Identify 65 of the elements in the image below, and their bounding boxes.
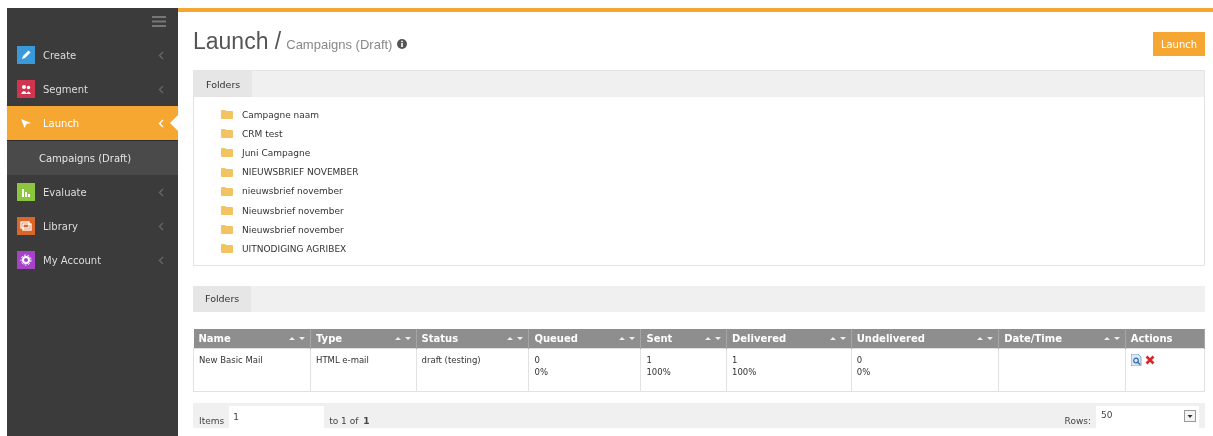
sort-icon[interactable] [507,335,524,341]
nav-item[interactable]: Create [7,38,178,72]
items-field[interactable]: 1 [229,405,325,428]
nav-label: Segment [43,83,89,95]
folder-icon [221,244,233,254]
page-subtitle: Campaigns (Draft) [286,36,393,52]
table-cell: draft (testing) [416,348,529,391]
table-cell: HTML e-mail [310,348,417,391]
nav-item[interactable]: Evaluate [7,175,178,209]
folder-icon [221,186,233,196]
folder-icon [221,148,233,158]
sort-icon[interactable] [619,335,636,341]
table-cell: 0 0% [528,348,641,391]
nav-label: Evaluate [43,186,88,198]
chevron-icon [158,118,164,128]
chevron-icon [158,84,164,94]
folder-icon [221,167,233,177]
folder-name[interactable]: UITNODIGING AGRIBEX [242,243,347,254]
chevron-icon [158,50,164,60]
sort-icon[interactable] [1103,335,1120,341]
sort-icon[interactable] [289,335,305,341]
folders-tab[interactable]: Folders [194,71,253,97]
rows-label: Rows: [1064,415,1091,428]
folder-icon [221,110,233,120]
page-title: Launch / [193,28,282,55]
folder-name[interactable]: nieuwsbrief november [242,186,343,197]
nav-item[interactable]: Library [7,209,178,243]
nav-item[interactable]: My Account [7,243,178,277]
chevron-icon [158,187,164,197]
menu-icon[interactable] [152,16,166,27]
table-cell: 1 100% [640,348,727,391]
nav-label: Launch [43,117,81,129]
delete-icon[interactable] [1144,354,1155,365]
total-count: 1 [363,415,370,428]
folder-name[interactable]: Nieuwsbrief november [242,224,344,235]
range-label: to 1 of [329,415,359,428]
table-cell: New Basic Mail [193,348,311,391]
chevron-icon [158,255,164,265]
folder-icon [221,129,233,139]
folder-name[interactable]: Juni Campagne [242,147,311,158]
nav-item[interactable]: Segment [7,72,178,106]
folder-icon [221,225,233,235]
folder-name[interactable]: CRM test [242,128,283,139]
nav-label: My Account [43,254,103,266]
info-icon[interactable] [397,39,408,49]
pointer-icon [170,115,178,131]
folder-name[interactable]: Nieuwsbrief november [242,205,344,216]
dropdown-icon[interactable] [1184,409,1196,422]
table-cell: 1 100% [726,348,852,391]
sort-icon[interactable] [705,335,721,341]
preview-icon[interactable] [1130,353,1142,366]
submenu-item[interactable]: Campaigns (Draft) [7,140,178,175]
sort-icon[interactable] [829,335,846,341]
chevron-icon [158,221,164,231]
folder-name[interactable]: NIEUWSBRIEF NOVEMBER [242,167,359,178]
table-cell: 0 0% [851,348,999,391]
folders-tab[interactable]: Folders [193,285,252,312]
sort-icon[interactable] [394,335,411,341]
nav-label: Library [43,220,79,232]
folder-name[interactable]: Campagne naam [242,109,320,120]
rows-select[interactable]: 50 [1096,405,1199,428]
items-label: Items [199,415,225,428]
folder-icon [221,206,233,216]
nav-label: Create [43,49,78,61]
sort-icon[interactable] [977,335,994,341]
